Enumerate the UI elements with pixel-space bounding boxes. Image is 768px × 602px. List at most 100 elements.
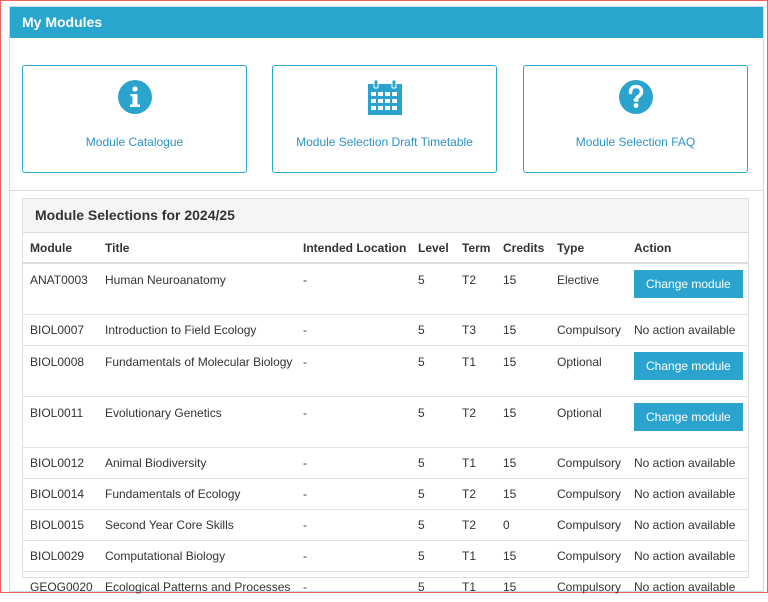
cell-action: No action available xyxy=(627,448,748,479)
info-icon xyxy=(23,79,246,115)
cell-level: 5 xyxy=(411,263,455,315)
col-header-credits: Credits xyxy=(496,233,550,263)
cell-intended-location: - xyxy=(296,397,411,448)
cell-module-code: BIOL0008 xyxy=(23,346,98,397)
cell-term: T1 xyxy=(455,448,496,479)
calendar-icon xyxy=(273,79,496,115)
table-row: BIOL0014Fundamentals of Ecology-5T215Com… xyxy=(23,479,748,510)
help-icon xyxy=(524,79,747,115)
col-header-term: Term xyxy=(455,233,496,263)
cell-level: 5 xyxy=(411,397,455,448)
cell-credits: 15 xyxy=(496,572,550,602)
col-header-level: Level xyxy=(411,233,455,263)
cell-module-title: Evolutionary Genetics xyxy=(98,397,296,448)
module-catalogue-tile[interactable]: Module Catalogue xyxy=(22,65,247,173)
tile-label: Module Selection FAQ xyxy=(524,135,747,149)
my-modules-panel: My Modules Module Catalogue xyxy=(9,6,764,592)
section-divider xyxy=(10,190,763,191)
table-row: BIOL0012Animal Biodiversity-5T115Compuls… xyxy=(23,448,748,479)
col-header-module: Module xyxy=(23,233,98,263)
cell-level: 5 xyxy=(411,541,455,572)
cell-term: T3 xyxy=(455,315,496,346)
cell-intended-location: - xyxy=(296,448,411,479)
table-row: BIOL0008Fundamentals of Molecular Biolog… xyxy=(23,346,748,397)
cell-credits: 15 xyxy=(496,397,550,448)
selections-title: Module Selections for 2024/25 xyxy=(23,199,748,233)
cell-module-type: Compulsory xyxy=(550,315,627,346)
cell-action: Change module xyxy=(627,263,748,315)
change-module-button[interactable]: Change module xyxy=(634,352,743,380)
change-module-button[interactable]: Change module xyxy=(634,403,743,431)
quick-links: Module Catalogue Module Sel xyxy=(22,65,748,173)
cell-module-code: BIOL0011 xyxy=(23,397,98,448)
cell-module-type: Compulsory xyxy=(550,572,627,602)
cell-level: 5 xyxy=(411,510,455,541)
draft-timetable-tile[interactable]: Module Selection Draft Timetable xyxy=(272,65,497,173)
cell-module-title: Fundamentals of Molecular Biology xyxy=(98,346,296,397)
cell-module-code: BIOL0007 xyxy=(23,315,98,346)
cell-credits: 15 xyxy=(496,448,550,479)
panel-title: My Modules xyxy=(10,7,763,38)
cell-intended-location: - xyxy=(296,541,411,572)
cell-intended-location: - xyxy=(296,346,411,397)
tile-label: Module Selection Draft Timetable xyxy=(273,135,496,149)
cell-level: 5 xyxy=(411,479,455,510)
module-selections-box: Module Selections for 2024/25 Module Tit… xyxy=(22,198,749,578)
cell-module-code: BIOL0014 xyxy=(23,479,98,510)
cell-intended-location: - xyxy=(296,510,411,541)
table-row: ANAT0003Human Neuroanatomy-5T215Elective… xyxy=(23,263,748,315)
cell-module-title: Computational Biology xyxy=(98,541,296,572)
page-frame: My Modules Module Catalogue xyxy=(0,0,768,593)
cell-module-title: Human Neuroanatomy xyxy=(98,263,296,315)
cell-action: No action available xyxy=(627,510,748,541)
cell-module-type: Optional xyxy=(550,346,627,397)
col-header-action: Action xyxy=(627,233,748,263)
cell-module-title: Animal Biodiversity xyxy=(98,448,296,479)
cell-credits: 15 xyxy=(496,479,550,510)
cell-action: Change module xyxy=(627,346,748,397)
cell-credits: 15 xyxy=(496,346,550,397)
cell-level: 5 xyxy=(411,346,455,397)
cell-module-type: Elective xyxy=(550,263,627,315)
cell-term: T1 xyxy=(455,541,496,572)
cell-action: No action available xyxy=(627,315,748,346)
cell-credits: 15 xyxy=(496,315,550,346)
cell-intended-location: - xyxy=(296,572,411,602)
table-row: BIOL0011Evolutionary Genetics-5T215Optio… xyxy=(23,397,748,448)
cell-term: T1 xyxy=(455,346,496,397)
cell-action: No action available xyxy=(627,541,748,572)
col-header-location: Intended Location xyxy=(296,233,411,263)
cell-module-title: Ecological Patterns and Processes xyxy=(98,572,296,602)
table-header-row: Module Title Intended Location Level Ter… xyxy=(23,233,748,263)
cell-module-code: BIOL0012 xyxy=(23,448,98,479)
cell-module-type: Compulsory xyxy=(550,479,627,510)
cell-action: Change module xyxy=(627,397,748,448)
cell-credits: 15 xyxy=(496,263,550,315)
cell-term: T2 xyxy=(455,510,496,541)
cell-module-type: Optional xyxy=(550,397,627,448)
change-module-button[interactable]: Change module xyxy=(634,270,743,298)
table-row: BIOL0029Computational Biology-5T115Compu… xyxy=(23,541,748,572)
cell-module-type: Compulsory xyxy=(550,510,627,541)
cell-term: T2 xyxy=(455,479,496,510)
tile-label: Module Catalogue xyxy=(23,135,246,149)
cell-intended-location: - xyxy=(296,263,411,315)
cell-term: T2 xyxy=(455,263,496,315)
cell-module-type: Compulsory xyxy=(550,448,627,479)
cell-module-code: BIOL0029 xyxy=(23,541,98,572)
cell-module-title: Introduction to Field Ecology xyxy=(98,315,296,346)
cell-module-type: Compulsory xyxy=(550,541,627,572)
cell-level: 5 xyxy=(411,315,455,346)
col-header-title: Title xyxy=(98,233,296,263)
cell-module-code: GEOG0020 xyxy=(23,572,98,602)
cell-term: T2 xyxy=(455,397,496,448)
cell-action: No action available xyxy=(627,572,748,602)
cell-module-title: Fundamentals of Ecology xyxy=(98,479,296,510)
selection-faq-tile[interactable]: Module Selection FAQ xyxy=(523,65,748,173)
cell-action: No action available xyxy=(627,479,748,510)
cell-module-title: Second Year Core Skills xyxy=(98,510,296,541)
table-row: BIOL0015Second Year Core Skills-5T20Comp… xyxy=(23,510,748,541)
col-header-type: Type xyxy=(550,233,627,263)
modules-table: Module Title Intended Location Level Ter… xyxy=(23,233,748,602)
cell-level: 5 xyxy=(411,448,455,479)
